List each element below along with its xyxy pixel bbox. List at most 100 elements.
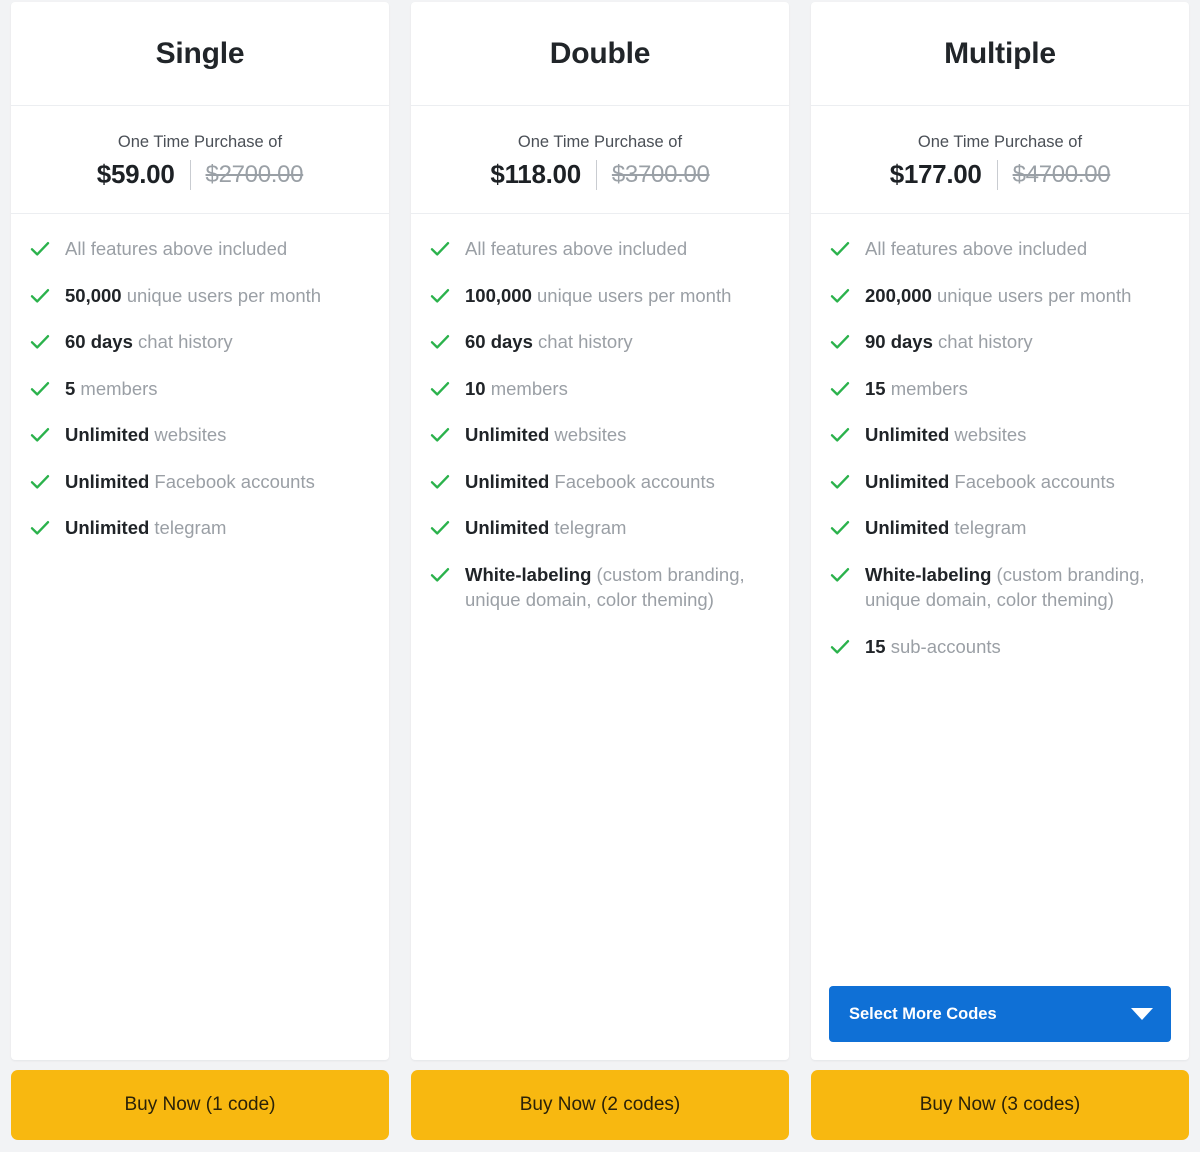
feature-item: White-labeling (custom branding, unique … — [429, 562, 771, 613]
check-icon — [429, 331, 451, 353]
feature-label: Unlimited websites — [865, 422, 1026, 448]
check-icon — [829, 424, 851, 446]
check-icon — [429, 378, 451, 400]
feature-label: 15 members — [865, 376, 968, 402]
feature-highlight: Unlimited — [465, 517, 550, 539]
feature-label: 60 days chat history — [65, 329, 233, 355]
price-caption: One Time Purchase of — [517, 133, 683, 151]
plan-card: Single One Time Purchase of $59.00 $2700.00… — [11, 2, 389, 1060]
plan-column: Double One Time Purchase of $118.00 $3700.0… — [400, 2, 800, 1152]
plan-title: Double — [549, 36, 651, 70]
feature-item: Unlimited Facebook accounts — [29, 469, 371, 495]
plan-title: Single — [155, 36, 245, 70]
current-price: $59.00 — [96, 159, 175, 189]
current-price: $177.00 — [889, 159, 982, 189]
price-separator — [595, 159, 597, 190]
feature-description: unique users per month — [531, 284, 732, 306]
feature-description: sub-accounts — [885, 635, 1001, 657]
feature-item: 5 members — [29, 376, 371, 402]
feature-item: All features above included — [429, 236, 771, 262]
plan-title-section: Single — [11, 2, 389, 106]
feature-label: All features above included — [865, 236, 1087, 262]
price-section: One Time Purchase of $118.00 $3700.00 — [411, 106, 789, 214]
feature-item: Unlimited telegram — [429, 515, 771, 541]
check-icon — [829, 285, 851, 307]
pricing-plans-grid: Single One Time Purchase of $59.00 $2700.00… — [0, 0, 1200, 1152]
price-section: One Time Purchase of $177.00 $4700.00 — [811, 106, 1189, 214]
plan-title-section: Multiple — [811, 2, 1189, 106]
price-caption: One Time Purchase of — [917, 133, 1083, 151]
feature-item: White-labeling (custom branding, unique … — [829, 562, 1171, 613]
feature-label: Unlimited websites — [65, 422, 226, 448]
feature-item: 60 days chat history — [429, 329, 771, 355]
price-row: $118.00 $3700.00 — [490, 159, 710, 190]
feature-label: White-labeling (custom branding, unique … — [465, 562, 771, 613]
check-icon — [29, 424, 51, 446]
check-icon — [429, 285, 451, 307]
plan-card: Double One Time Purchase of $118.00 $3700.0… — [411, 2, 789, 1060]
feature-label: 5 members — [65, 376, 158, 402]
feature-label: All features above included — [465, 236, 687, 262]
feature-item: All features above included — [29, 236, 371, 262]
price-separator — [996, 159, 998, 190]
price-row: $59.00 $2700.00 — [96, 159, 304, 190]
feature-label: Unlimited websites — [465, 422, 626, 448]
feature-item: 15 sub-accounts — [829, 634, 1171, 660]
check-icon — [429, 517, 451, 539]
feature-item: Unlimited Facebook accounts — [829, 469, 1171, 495]
feature-item: Unlimited telegram — [29, 515, 371, 541]
check-icon — [29, 378, 51, 400]
feature-label: Unlimited Facebook accounts — [865, 469, 1115, 495]
feature-description: unique users per month — [931, 284, 1132, 306]
feature-item: Unlimited websites — [429, 422, 771, 448]
feature-label: Unlimited Facebook accounts — [65, 469, 315, 495]
feature-highlight: 10 — [465, 377, 486, 399]
feature-description: telegram — [949, 517, 1027, 539]
price-row: $177.00 $4700.00 — [890, 159, 1111, 190]
feature-label: 90 days chat history — [865, 329, 1033, 355]
buy-now-button[interactable]: Buy Now (1 code) — [11, 1070, 389, 1140]
feature-highlight: Unlimited — [465, 424, 550, 446]
feature-label: White-labeling (custom branding, unique … — [865, 562, 1171, 613]
feature-item: 100,000 unique users per month — [429, 283, 771, 309]
check-icon — [29, 517, 51, 539]
chevron-down-icon — [1131, 1008, 1153, 1020]
original-price: $4700.00 — [1012, 160, 1111, 188]
feature-label: Unlimited telegram — [65, 515, 226, 541]
buy-now-button[interactable]: Buy Now (3 codes) — [811, 1070, 1189, 1140]
feature-list: All features above included 200,000 uniqu… — [811, 214, 1189, 978]
check-icon — [429, 424, 451, 446]
feature-description: websites — [149, 424, 227, 446]
feature-item: All features above included — [829, 236, 1171, 262]
price-section: One Time Purchase of $59.00 $2700.00 — [11, 106, 389, 214]
feature-highlight: 60 days — [465, 331, 533, 353]
feature-highlight: 50,000 — [65, 284, 122, 306]
feature-label: Unlimited telegram — [865, 515, 1026, 541]
original-price: $3700.00 — [611, 160, 710, 188]
buy-now-button[interactable]: Buy Now (2 codes) — [411, 1070, 789, 1140]
feature-description: members — [485, 377, 568, 399]
feature-list: All features above included 50,000 unique… — [11, 214, 389, 1060]
price-separator — [189, 159, 191, 190]
feature-item: 15 members — [829, 376, 1171, 402]
check-icon — [29, 285, 51, 307]
feature-description: All features above included — [865, 238, 1088, 259]
feature-description: chat history — [132, 331, 233, 353]
feature-item: 50,000 unique users per month — [29, 283, 371, 309]
feature-list: All features above included 100,000 uniqu… — [411, 214, 789, 1060]
feature-description: Facebook accounts — [949, 470, 1115, 492]
feature-highlight: Unlimited — [865, 424, 950, 446]
check-icon — [829, 471, 851, 493]
feature-item: 10 members — [429, 376, 771, 402]
feature-highlight: White-labeling — [865, 563, 992, 585]
original-price: $2700.00 — [205, 160, 304, 188]
select-more-codes-button[interactable]: Select More Codes — [829, 986, 1171, 1042]
feature-description: chat history — [932, 331, 1033, 353]
feature-highlight: 60 days — [65, 331, 133, 353]
feature-description: members — [75, 377, 158, 399]
check-icon — [829, 378, 851, 400]
plan-column: Single One Time Purchase of $59.00 $2700.00… — [0, 2, 400, 1152]
feature-item: Unlimited websites — [29, 422, 371, 448]
plan-title: Multiple — [944, 36, 1056, 70]
feature-highlight: Unlimited — [865, 470, 950, 492]
